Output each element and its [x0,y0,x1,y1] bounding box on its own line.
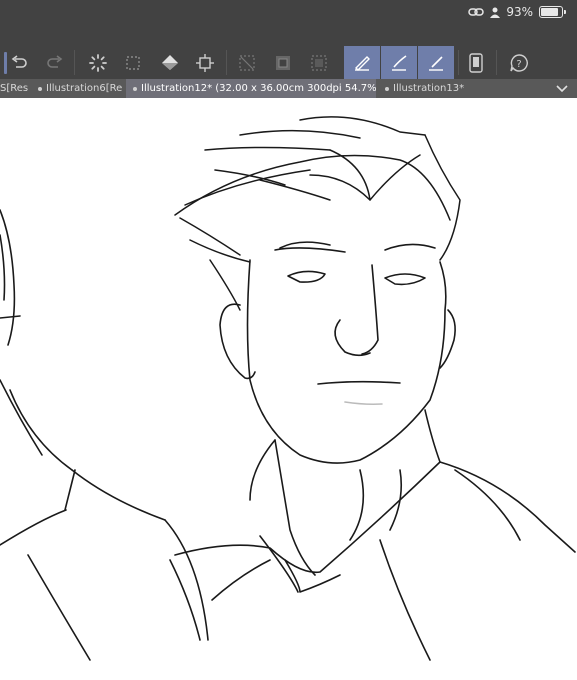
clear-outside-icon [276,55,290,70]
svg-text:?: ? [516,59,521,70]
pen-2-button[interactable] [381,46,417,79]
chevron-down-icon [556,84,568,92]
deselect-button[interactable] [308,46,330,79]
redo-icon [47,54,63,68]
body-sketch [169,409,576,661]
status-icons: 93% [468,5,566,19]
loading-button[interactable] [86,46,110,79]
tab-label: S[Res [0,83,29,94]
person-icon [490,7,501,18]
tab-dot-icon [38,86,42,91]
clear-button[interactable] [236,46,258,79]
transform-icon [196,53,214,72]
spinner-icon [89,53,107,72]
toolbar-separator [496,50,497,75]
tab-illustration13[interactable]: Illustration13* [378,79,474,98]
command-toolbar: ? [0,46,577,79]
tab-label: Illustration6[Re [46,83,123,94]
tab-dot-icon [385,86,389,91]
status-bar: 93% [0,0,577,46]
tab-dot-icon [133,86,137,91]
toolbar-separator [226,50,227,75]
clear-outside-button[interactable] [272,46,294,79]
toolbar-separator [458,50,459,75]
document-tab-bar: S[Res Illustration6[Re Illustration12* (… [0,79,577,98]
device-button[interactable] [464,46,488,79]
sketch-artwork [0,116,576,661]
pen-icon [355,55,370,71]
tablet-icon [469,52,483,73]
face-sketch [219,241,456,464]
battery-percent: 93% [506,5,533,19]
battery-icon [539,6,566,18]
eraser-icon [429,55,443,71]
redo-button[interactable] [44,46,66,79]
help-icon: ? [510,53,528,72]
deselect-icon [311,54,327,71]
left-figure-sketch [0,209,209,661]
fill-button[interactable] [158,46,182,79]
tab-illustration12[interactable]: Illustration12* (32.00 x 36.00cm 300dpi … [126,79,376,98]
pen-3-button[interactable] [418,46,454,79]
link-icon [468,8,485,16]
fill-bucket-icon [162,54,178,70]
tab-illustration-s[interactable]: S[Res [0,79,30,98]
toolbar-separator [74,50,75,75]
selection-button[interactable] [122,46,144,79]
marquee-icon [126,55,140,70]
undo-icon [11,54,27,68]
tab-label: Illustration13* [393,83,465,94]
tab-overflow-button[interactable] [549,79,575,98]
help-button[interactable]: ? [506,46,532,79]
drawing-canvas[interactable] [0,98,577,680]
tab-illustration6[interactable]: Illustration6[Re [32,79,124,98]
transform-button[interactable] [194,46,216,79]
brush-icon [392,54,407,71]
clear-icon [239,54,255,71]
undo-button[interactable] [8,46,30,79]
pen-1-button[interactable] [344,46,380,79]
battery-level [541,8,558,16]
tab-label: Illustration12* (32.00 x 36.00cm 300dpi … [141,83,376,94]
